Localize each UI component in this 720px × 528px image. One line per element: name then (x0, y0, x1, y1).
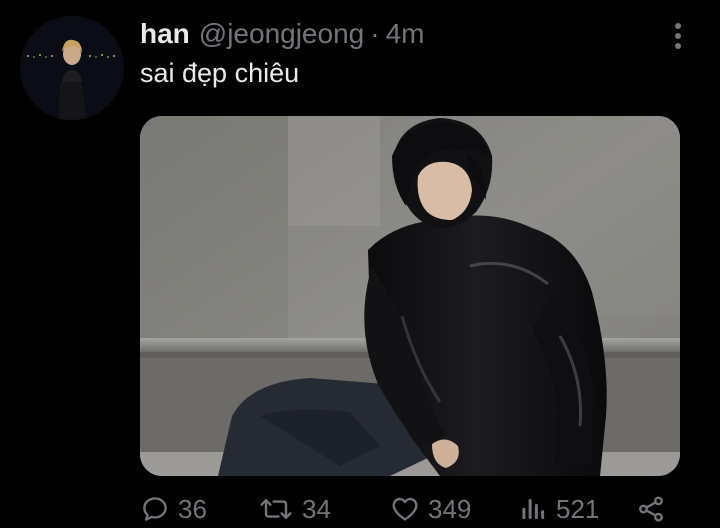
reply-icon (143, 497, 167, 521)
share-button[interactable] (636, 490, 666, 528)
retweet-count: 34 (302, 493, 331, 524)
views-button[interactable]: 521 (518, 490, 599, 528)
heart-icon (392, 497, 418, 521)
tweet-header: han @jeongjeong · 4m (140, 18, 424, 54)
share-icon (639, 496, 663, 522)
reply-count: 36 (178, 493, 207, 524)
more-vertical-icon[interactable] (664, 18, 692, 54)
like-count: 349 (428, 493, 472, 524)
like-button[interactable]: 349 (390, 490, 471, 528)
tweet-photo[interactable] (140, 116, 680, 476)
separator-dot: · (370, 18, 380, 49)
avatar[interactable] (20, 16, 124, 120)
tweet[interactable]: han @jeongjeong · 4m sai đẹp chiêu 36 34… (0, 0, 720, 528)
tweet-text: sai đẹp chiêu (140, 58, 300, 88)
action-bar: 36 34 349 521 (140, 490, 680, 528)
user-handle[interactable]: @jeongjeong (199, 18, 364, 50)
view-count: 521 (556, 493, 600, 524)
analytics-icon (522, 499, 545, 519)
retweet-button[interactable]: 34 (258, 490, 331, 528)
display-name[interactable]: han (140, 18, 190, 50)
more-dot (675, 23, 681, 29)
more-dot (675, 43, 681, 49)
more-dot (675, 33, 681, 39)
retweet-icon (260, 499, 292, 519)
timestamp[interactable]: 4m (386, 18, 425, 50)
reply-button[interactable]: 36 (140, 490, 207, 528)
